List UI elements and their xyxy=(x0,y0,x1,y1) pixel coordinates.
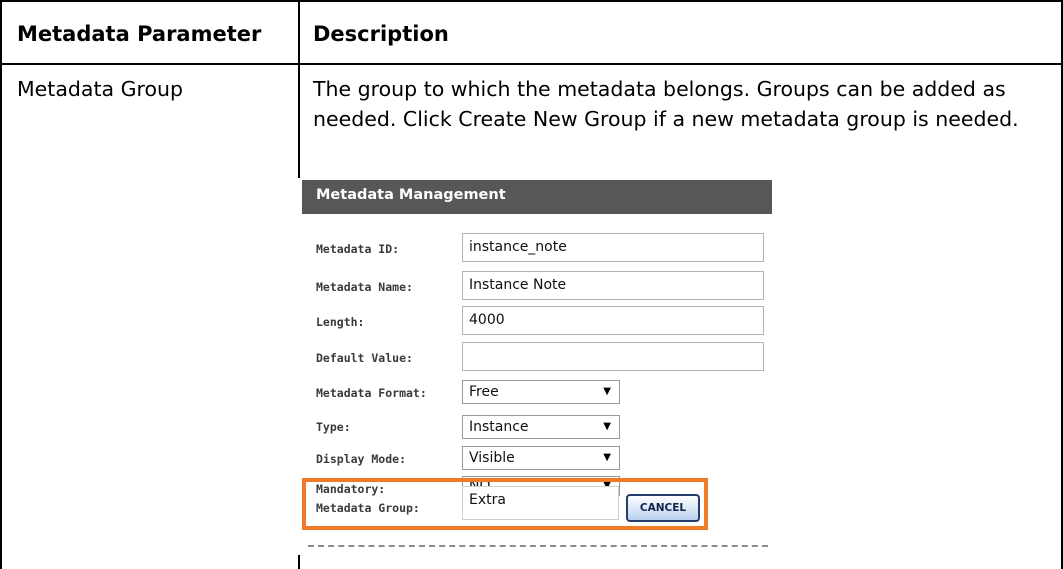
metadata-id-label: Metadata ID: xyxy=(316,242,400,256)
parameter-name: Metadata Group xyxy=(17,77,184,101)
panel-header: Metadata Management xyxy=(302,180,772,214)
dropdown-arrow-icon: ▼ xyxy=(603,452,611,463)
table-column-divider-header xyxy=(298,0,300,63)
metadata-format-select[interactable]: Free ▼ xyxy=(462,380,620,404)
metadata-format-value: Free xyxy=(469,384,499,400)
table-column-divider-body xyxy=(298,63,300,178)
table-column-divider-tail xyxy=(298,555,300,569)
metadata-group-input[interactable]: Extra xyxy=(462,486,619,520)
type-value: Instance xyxy=(469,419,529,435)
length-input[interactable]: 4000 xyxy=(462,306,764,335)
display-mode-value: Visible xyxy=(469,450,515,466)
display-mode-select[interactable]: Visible ▼ xyxy=(462,446,620,470)
metadata-name-label: Metadata Name: xyxy=(316,280,413,294)
header-metadata-parameter: Metadata Parameter xyxy=(17,22,262,46)
dropdown-arrow-icon: ▼ xyxy=(603,421,611,432)
display-mode-label: Display Mode: xyxy=(316,452,407,466)
header-description: Description xyxy=(313,22,449,46)
type-label: Type: xyxy=(316,420,351,434)
metadata-format-label: Metadata Format: xyxy=(316,386,427,400)
default-value-input[interactable] xyxy=(462,342,764,371)
metadata-management-screenshot: Metadata Management Metadata ID: instanc… xyxy=(302,180,772,569)
metadata-name-input[interactable]: Instance Note xyxy=(462,271,764,300)
length-label: Length: xyxy=(316,315,365,329)
type-select[interactable]: Instance ▼ xyxy=(462,415,620,439)
table-border-left xyxy=(0,0,2,569)
dropdown-arrow-icon: ▼ xyxy=(603,386,611,397)
metadata-group-label: Metadata Group: xyxy=(316,501,420,515)
panel-title: Metadata Management xyxy=(316,187,506,203)
table-header-divider xyxy=(0,63,1063,65)
cancel-button[interactable]: CANCEL xyxy=(626,494,700,522)
dashed-divider xyxy=(308,545,768,547)
table-border-top xyxy=(0,0,1063,2)
metadata-id-input[interactable]: instance_note xyxy=(462,233,764,262)
parameter-description: The group to which the metadata belongs.… xyxy=(313,77,1019,131)
default-value-label: Default Value: xyxy=(316,351,413,365)
